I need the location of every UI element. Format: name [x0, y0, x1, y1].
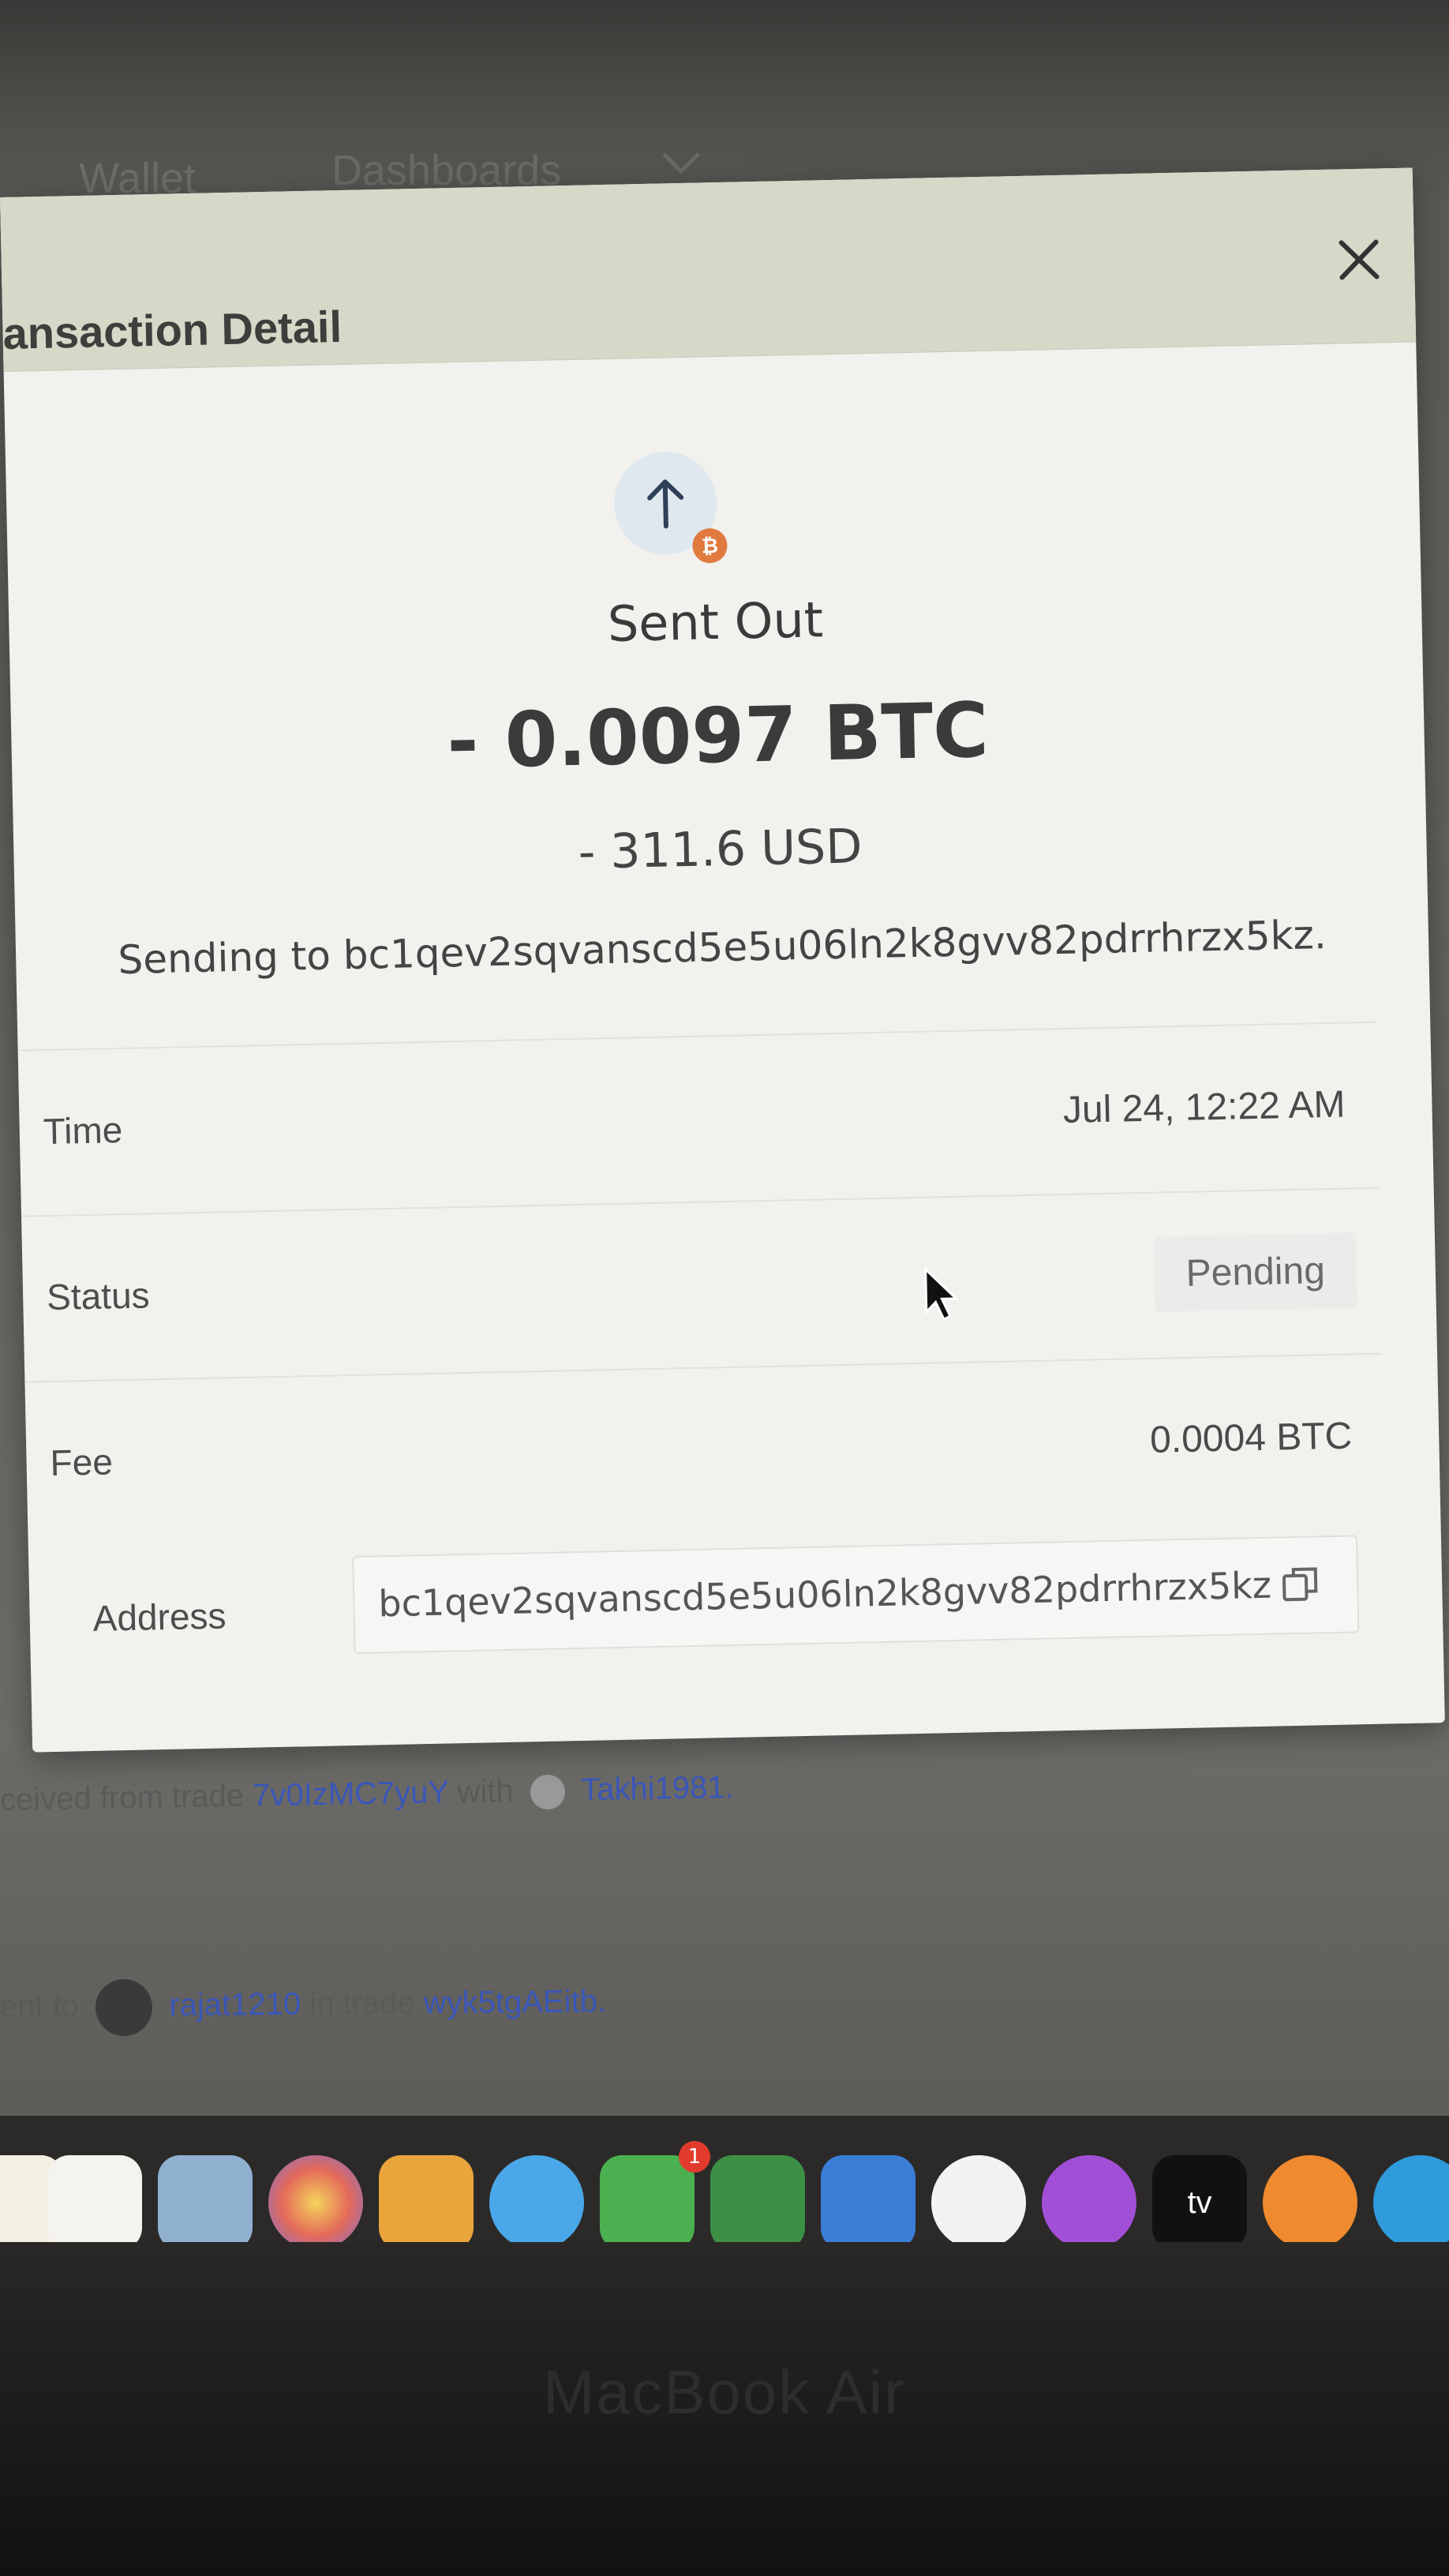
transaction-amount: - 0.0097 BTC: [446, 685, 990, 786]
activity-text: ent to: [0, 1989, 80, 2024]
address-field[interactable]: bc1qev2sqvanscd5e5u06ln2k8gvv82pdrrhrzx5…: [352, 1535, 1360, 1655]
arrow-up-icon: [647, 479, 684, 529]
address-value: bc1qev2sqvanscd5e5u06ln2k8gvv82pdrrhrzx5…: [377, 1563, 1272, 1625]
maps-icon[interactable]: [158, 2155, 253, 2250]
notification-badge: 1: [679, 2141, 710, 2173]
apple-tv-icon[interactable]: tv: [1152, 2155, 1247, 2250]
podcasts-icon[interactable]: [1042, 2155, 1136, 2250]
tv-label: tv: [1187, 2184, 1212, 2220]
device-brand-label: MacBook Air: [543, 2357, 906, 2427]
close-icon: [1339, 239, 1380, 280]
trade-link[interactable]: wyk5tgAEitb.: [424, 1984, 607, 2020]
close-button[interactable]: [1327, 227, 1391, 292]
activity-line-received: ceived from trade 7v0IzMC7yuY with Takhi…: [0, 1770, 734, 1820]
keynote-icon[interactable]: [821, 2155, 915, 2250]
modal-title: ansaction Detail: [2, 301, 343, 358]
facetime-icon[interactable]: [600, 2155, 695, 2250]
copy-button[interactable]: [1278, 1561, 1326, 1609]
photos-icon[interactable]: [268, 2155, 363, 2250]
reminders-icon[interactable]: [47, 2155, 142, 2250]
copy-icon: [1282, 1567, 1318, 1602]
time-label: Time: [43, 1109, 123, 1153]
detail-row-time: Time Jul 24, 12:22 AM: [17, 1021, 1379, 1217]
transaction-type: Sent Out: [607, 591, 824, 653]
laptop-screen: Wallet Dashboards ceived from trade 7v0I…: [0, 0, 1449, 2163]
status-label: Status: [46, 1274, 151, 1318]
pages-icon[interactable]: [379, 2155, 474, 2250]
books-icon[interactable]: [1263, 2155, 1357, 2250]
status-badge: Pending: [1153, 1232, 1357, 1312]
fiat-amount: - 311.6 USD: [577, 819, 863, 880]
music-icon[interactable]: [931, 2155, 1026, 2250]
fee-label: Fee: [50, 1441, 114, 1484]
bitcoin-icon: ₿: [691, 527, 728, 564]
avatar: [530, 1775, 566, 1810]
activity-line-sent: ent to rajat1210 in trade wyk5tgAEitb.: [0, 1975, 606, 2038]
sent-out-icon: ₿: [612, 451, 728, 564]
mouse-cursor-icon: [924, 1266, 960, 1322]
time-value: Jul 24, 12:22 AM: [1062, 1083, 1346, 1132]
trade-link[interactable]: 7v0IzMC7yuY: [253, 1775, 449, 1813]
detail-row-status: Status Pending: [21, 1187, 1383, 1383]
fee-value: 0.0004 BTC: [1149, 1415, 1353, 1461]
transaction-detail-modal: ansaction Detail ₿ Sent Out - 0.0097 BTC…: [0, 167, 1445, 1753]
activity-text: in trade: [309, 1985, 415, 2022]
modal-header: ansaction Detail: [0, 167, 1417, 372]
messages-icon[interactable]: [489, 2155, 584, 2250]
address-label: Address: [92, 1595, 227, 1639]
activity-text: ceived from trade: [0, 1778, 245, 1818]
avatar: [95, 1978, 153, 2037]
user-link[interactable]: rajat1210: [169, 1987, 301, 2023]
activity-text: with: [457, 1773, 515, 1809]
numbers-icon[interactable]: [710, 2155, 805, 2250]
sending-to-text: Sending to bc1qev2sqvanscd5e5u06ln2k8gvv…: [117, 912, 1327, 984]
detail-row-address: Address bc1qev2sqvanscd5e5u06ln2k8gvv82p…: [28, 1511, 1389, 1705]
user-link[interactable]: Takhi1981.: [581, 1770, 734, 1807]
